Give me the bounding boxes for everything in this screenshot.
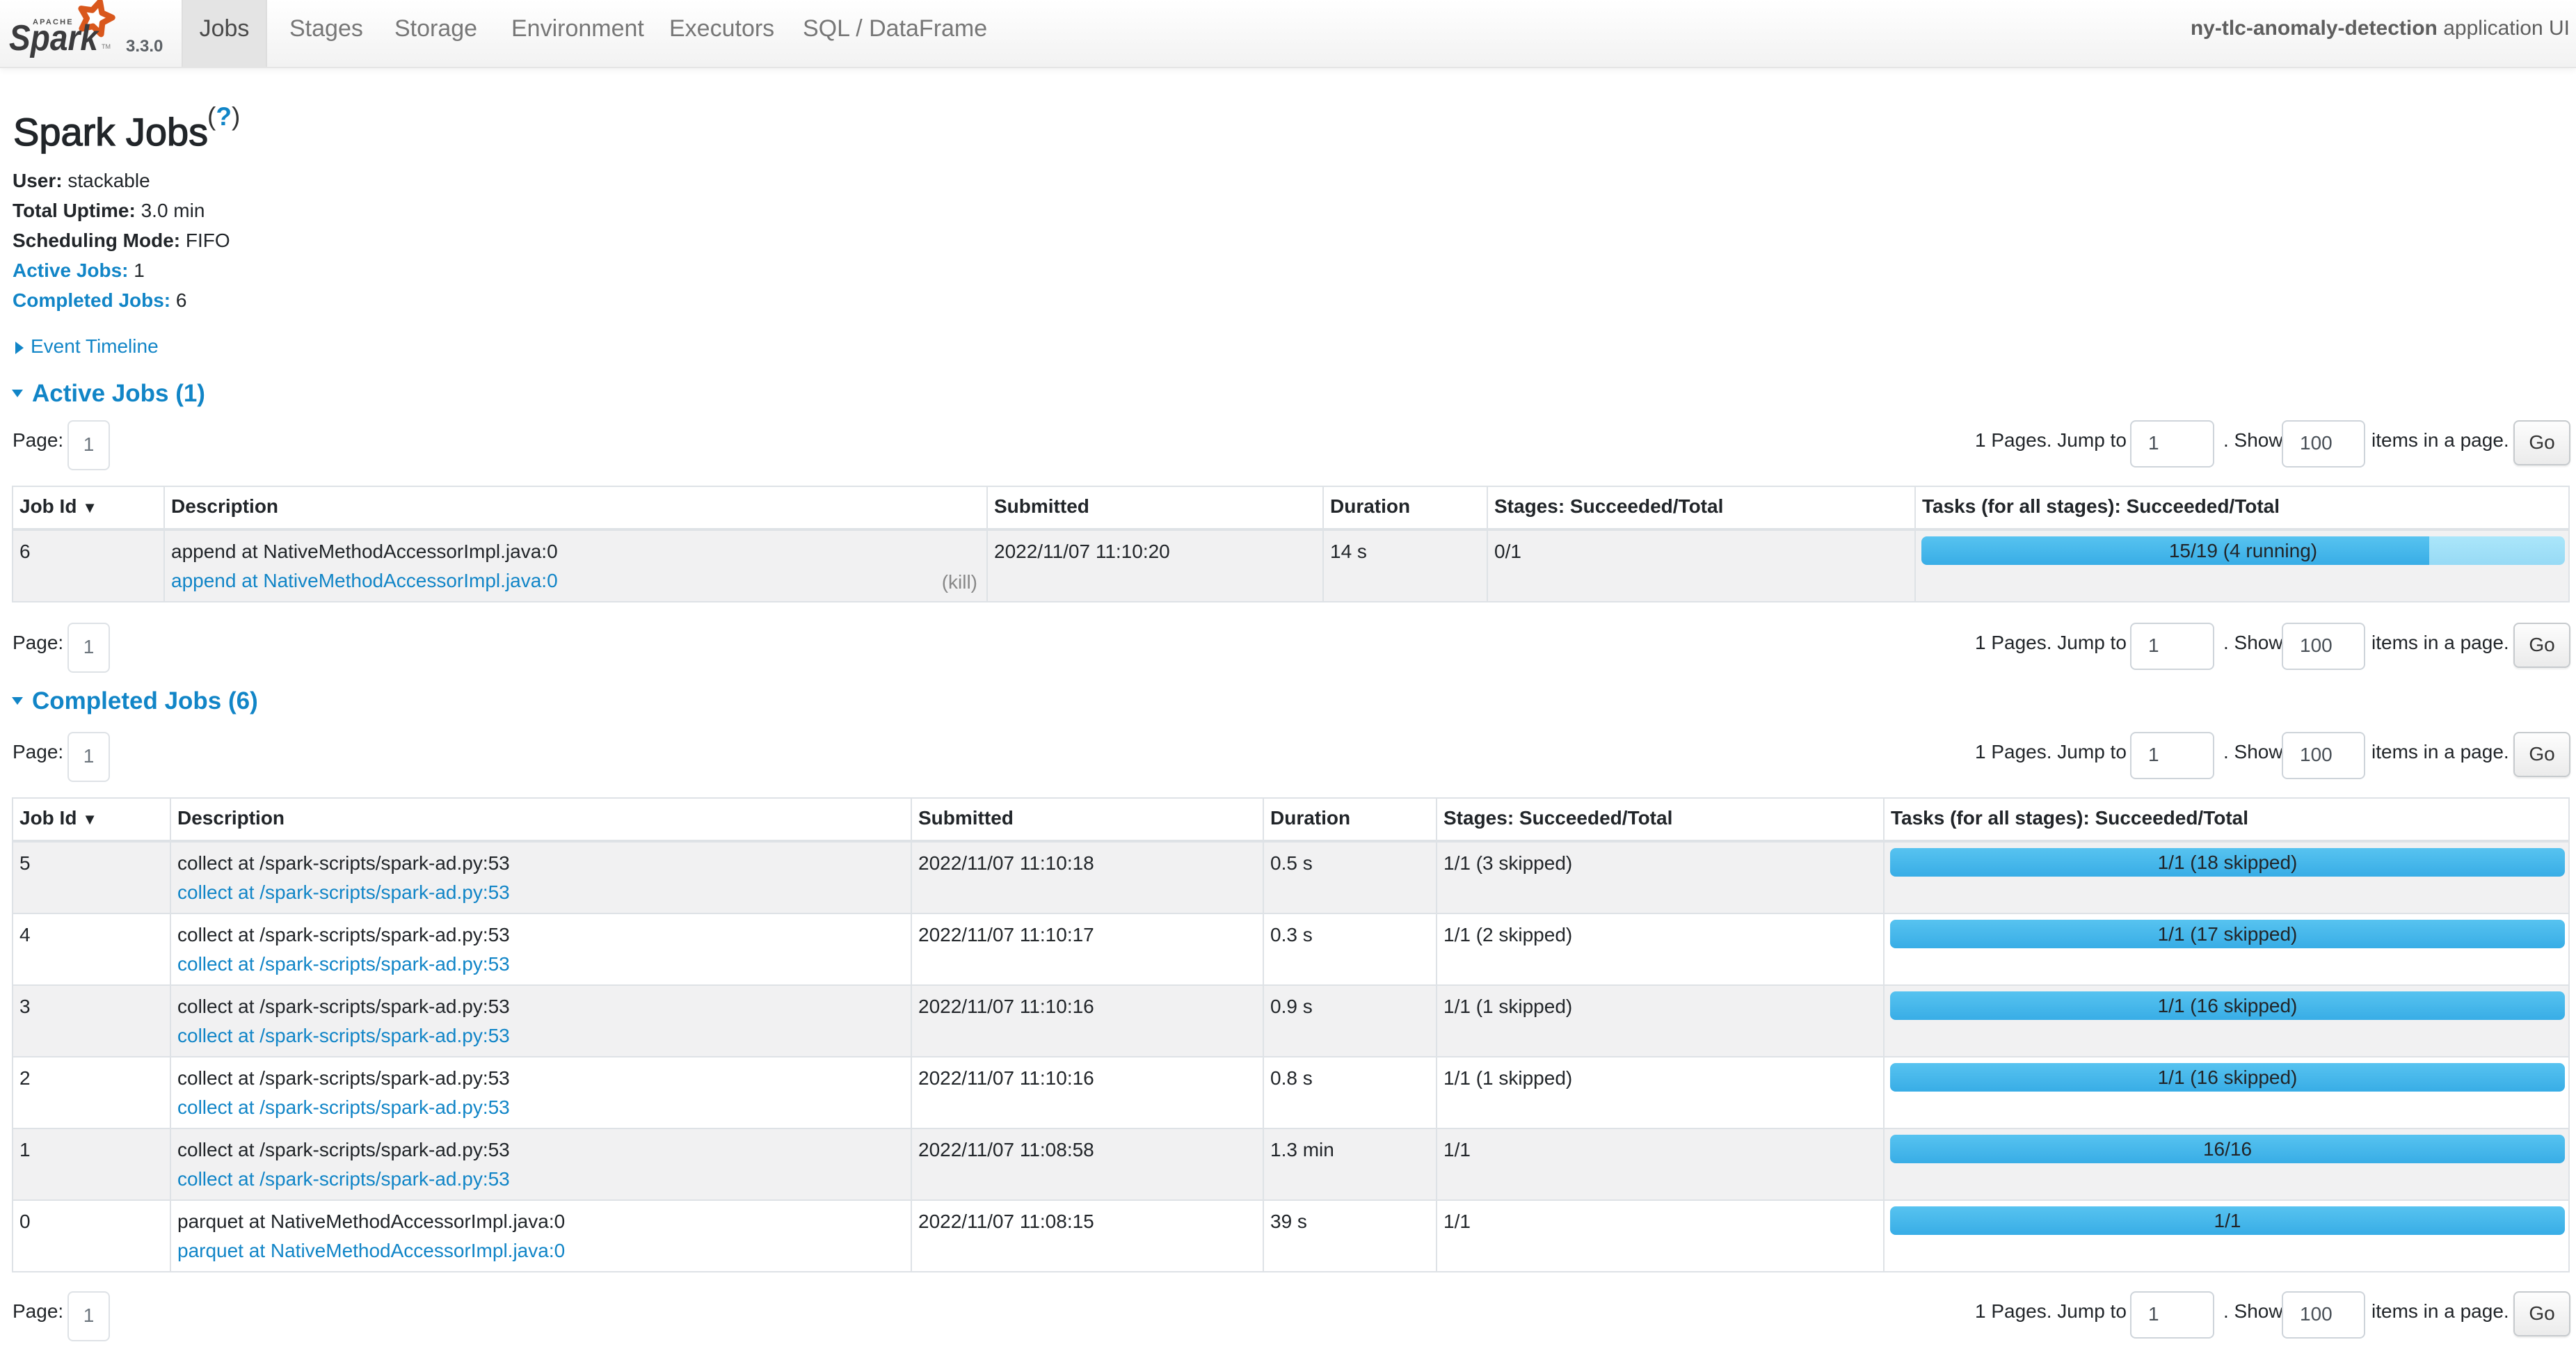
svg-text:TM: TM bbox=[102, 43, 111, 50]
svg-text:Spark: Spark bbox=[9, 18, 100, 58]
